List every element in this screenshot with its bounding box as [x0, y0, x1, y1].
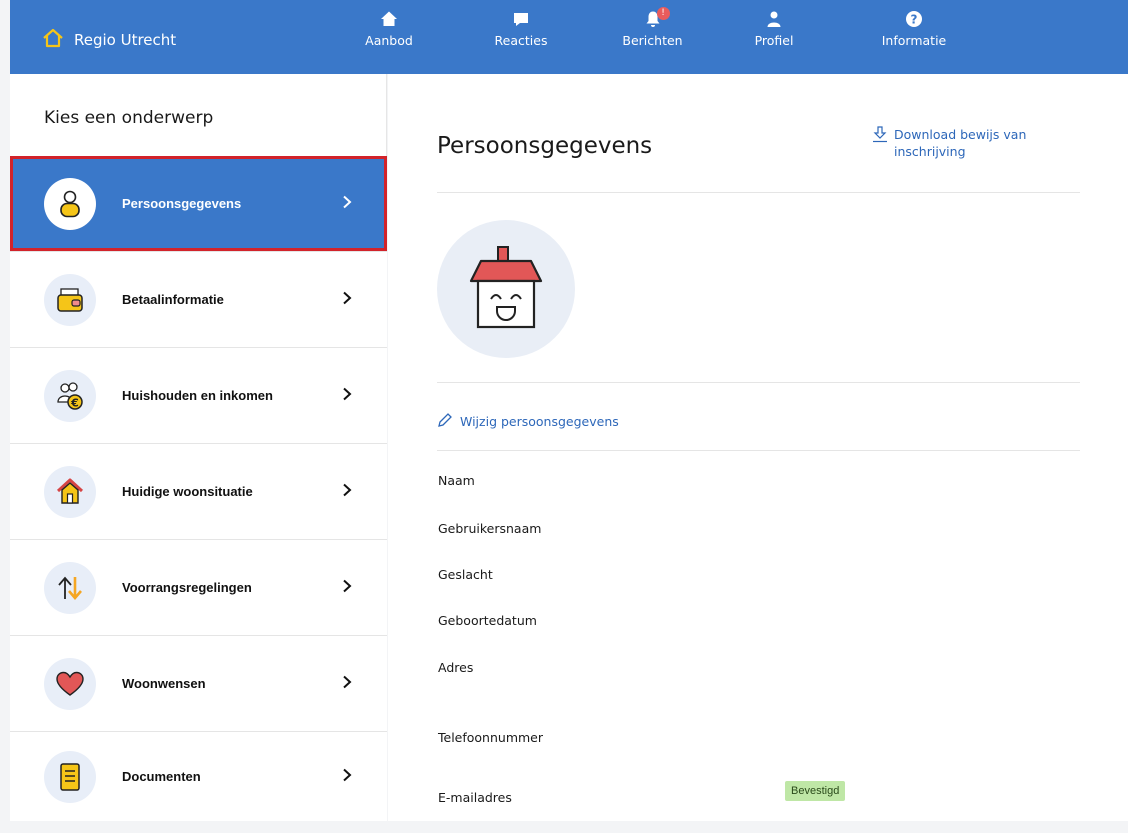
download-icon: [872, 126, 888, 160]
field-label-adres: Adres: [438, 660, 474, 675]
sidebar-item-label: Documenten: [122, 769, 201, 784]
field-label-naam: Naam: [438, 473, 475, 488]
profile-avatar: [437, 220, 575, 358]
download-registration-proof-link[interactable]: Download bewijs van inschrijving: [872, 126, 1044, 160]
wallet-icon: [44, 273, 96, 326]
nav-label: Aanbod: [365, 33, 413, 48]
svg-text:?: ?: [911, 12, 918, 26]
nav-reacties[interactable]: Reacties: [486, 10, 556, 48]
sidebar-item-label: Huidige woonsituatie: [122, 484, 253, 499]
main-content: Persoonsgegevens Download bewijs van ins…: [388, 74, 1128, 821]
field-label-gebruikersnaam: Gebruikersnaam: [438, 521, 542, 536]
sidebar-item-voorrangsregelingen[interactable]: Voorrangsregelingen: [10, 539, 387, 635]
house-avatar-icon: [461, 243, 551, 335]
sidebar-item-label: Voorrangsregelingen: [122, 580, 252, 595]
nav-label: Profiel: [754, 33, 794, 48]
home-icon: [354, 10, 424, 30]
chevron-right-icon: [342, 194, 352, 213]
nav-profiel[interactable]: Profiel: [744, 10, 804, 48]
chevron-right-icon: [342, 386, 352, 405]
page-title: Persoonsgegevens: [437, 133, 653, 159]
sidebar-item-label: Woonwensen: [122, 676, 206, 691]
household-income-icon: €: [44, 369, 96, 422]
field-label-geboortedatum: Geboortedatum: [438, 613, 537, 628]
sidebar-item-label: Huishouden en inkomen: [122, 388, 273, 403]
field-label-telefoonnummer: Telefoonnummer: [438, 730, 544, 745]
nav-informatie[interactable]: ? Informatie: [874, 10, 954, 48]
chevron-right-icon: [342, 482, 352, 501]
sidebar: Kies een onderwerp Persoonsgegevens Beta…: [10, 74, 387, 821]
heart-icon: [44, 657, 96, 710]
chat-icon: [486, 10, 556, 30]
edit-personal-data-link[interactable]: Wijzig persoonsgegevens: [437, 412, 619, 431]
sidebar-item-persoonsgegevens[interactable]: Persoonsgegevens: [10, 156, 387, 251]
sidebar-item-huishouden-en-inkomen[interactable]: € Huishouden en inkomen: [10, 347, 387, 443]
document-icon: [44, 750, 96, 803]
nav-label: Berichten: [622, 33, 683, 48]
top-navigation-bar: Regio Utrecht Aanbod Reacties ! Berichte…: [10, 0, 1128, 74]
edit-link-text: Wijzig persoonsgegevens: [460, 414, 619, 429]
sidebar-item-huidige-woonsituatie[interactable]: Huidige woonsituatie: [10, 443, 387, 539]
sidebar-title: Kies een onderwerp: [44, 108, 214, 128]
email-confirmed-badge: Bevestigd: [785, 781, 846, 801]
house-icon: [44, 465, 96, 518]
nav-label: Reacties: [494, 33, 548, 48]
nav-aanbod[interactable]: Aanbod: [354, 10, 424, 48]
download-link-text: Download bewijs van inschrijving: [894, 127, 1027, 159]
home-outline-icon: [42, 28, 64, 52]
bell-icon: !: [643, 7, 670, 30]
svg-text:€: €: [70, 396, 79, 409]
nav-label: Informatie: [881, 33, 947, 48]
notification-badge: !: [656, 7, 670, 20]
nav-berichten[interactable]: ! Berichten: [615, 7, 690, 48]
priority-arrows-icon: [44, 561, 96, 614]
sidebar-item-woonwensen[interactable]: Woonwensen: [10, 635, 387, 731]
chevron-right-icon: [342, 578, 352, 597]
sidebar-item-betaalinformatie[interactable]: Betaalinformatie: [10, 251, 387, 347]
chevron-right-icon: [342, 290, 352, 309]
pencil-icon: [437, 412, 453, 431]
sidebar-item-documenten[interactable]: Documenten: [10, 731, 387, 821]
sidebar-item-label: Persoonsgegevens: [122, 196, 242, 211]
help-icon: ?: [874, 10, 954, 30]
sidebar-item-label: Betaalinformatie: [122, 292, 224, 307]
chevron-right-icon: [342, 767, 352, 786]
brand-name: Regio Utrecht: [74, 31, 177, 49]
divider: [437, 382, 1080, 383]
divider: [437, 450, 1080, 451]
field-label-emailadres: E-mailadres: [438, 790, 512, 805]
field-label-geslacht: Geslacht: [438, 567, 493, 582]
person-icon: [44, 177, 96, 230]
brand-link[interactable]: Regio Utrecht: [42, 28, 176, 52]
divider: [437, 192, 1080, 193]
user-icon: [744, 10, 804, 30]
chevron-right-icon: [342, 674, 352, 693]
